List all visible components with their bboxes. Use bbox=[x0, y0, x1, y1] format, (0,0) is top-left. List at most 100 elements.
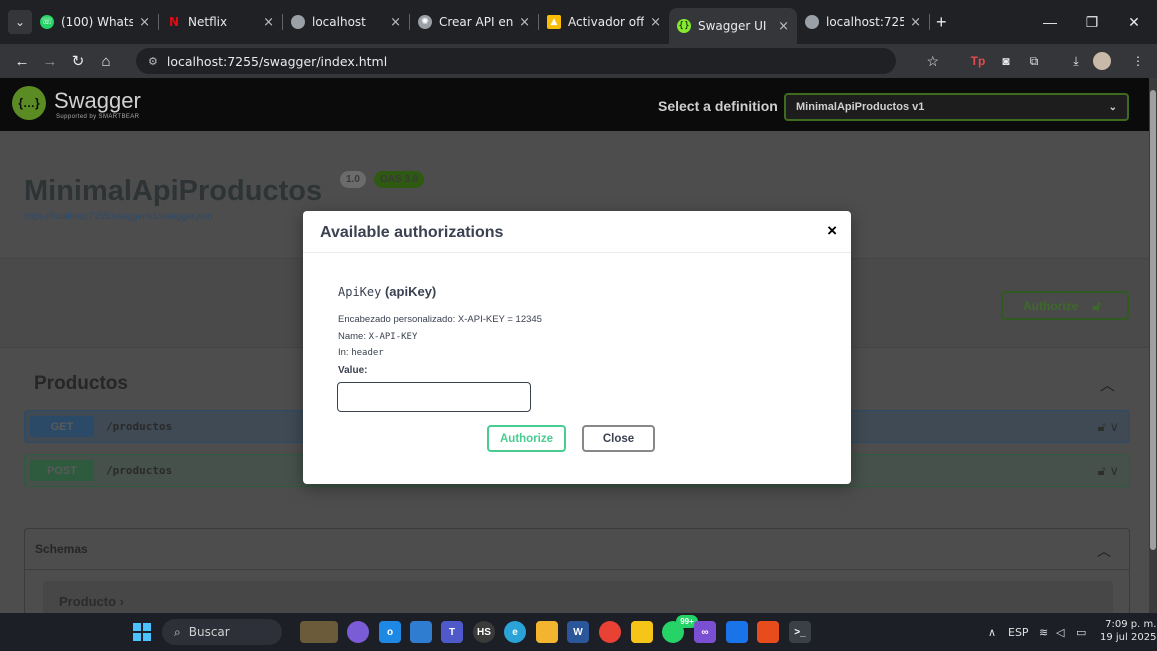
battery-icon[interactable]: ▭ bbox=[1076, 613, 1086, 651]
tab-label: Activador office bbox=[568, 15, 644, 29]
tray-chevron-icon[interactable]: ∧ bbox=[988, 613, 996, 651]
monitor-icon[interactable] bbox=[410, 621, 432, 643]
word-icon[interactable]: W bbox=[567, 621, 589, 643]
name-value: X-API-KEY bbox=[368, 332, 418, 342]
model-producto[interactable]: Producto › bbox=[43, 581, 1113, 613]
tab-swagger-ui[interactable]: {} Swagger UI × bbox=[669, 8, 797, 44]
office-icon[interactable] bbox=[757, 621, 779, 643]
file-explorer-icon[interactable] bbox=[536, 621, 558, 643]
tab-label: (100) WhatsApp bbox=[61, 15, 134, 29]
edge-icon[interactable]: e bbox=[504, 621, 526, 643]
close-tab-icon[interactable]: × bbox=[910, 15, 921, 30]
authorize-button-background[interactable]: Authorize 🔓︎ bbox=[1001, 291, 1129, 320]
chevron-up-icon[interactable]: ︿ bbox=[1097, 541, 1111, 561]
model-name: Producto bbox=[59, 594, 117, 609]
language-indicator[interactable]: ESP bbox=[1008, 613, 1029, 651]
tab-localhost-7255[interactable]: localhost:7255 × bbox=[797, 5, 929, 39]
minimize-icon[interactable]: — bbox=[1029, 0, 1071, 44]
openai-icon: ✺ bbox=[418, 15, 432, 29]
copilot-icon[interactable] bbox=[347, 621, 369, 643]
whatsapp-icon: ☏ bbox=[40, 15, 54, 29]
lock-chevron-icon[interactable]: 🔓︎ ∨ bbox=[1097, 419, 1119, 435]
section-title[interactable]: Productos bbox=[34, 373, 128, 395]
tab-localhost[interactable]: localhost × bbox=[283, 5, 409, 39]
lock-chevron-icon[interactable]: 🔓︎ ∨ bbox=[1097, 463, 1119, 479]
widgets-icon[interactable] bbox=[300, 621, 338, 643]
value-label: Value: bbox=[338, 365, 368, 376]
clock-time: 7:09 p. m. bbox=[1105, 619, 1157, 630]
clock-date: 19 jul 2025 bbox=[1100, 632, 1157, 643]
scrollbar-thumb[interactable] bbox=[1150, 90, 1156, 550]
system-clock[interactable]: 7:09 p. m. 19 jul 2025 bbox=[1100, 618, 1156, 644]
definition-select-value: MinimalApiProductos v1 bbox=[796, 101, 925, 113]
tab-netflix[interactable]: N Netflix × bbox=[159, 5, 282, 39]
tab-label: localhost:7255 bbox=[826, 15, 905, 29]
forward-icon[interactable]: → bbox=[36, 53, 64, 70]
in-value: header bbox=[351, 348, 384, 358]
profile-avatar[interactable] bbox=[1093, 52, 1111, 70]
close-tab-icon[interactable]: × bbox=[390, 15, 401, 30]
chrome-icon[interactable] bbox=[599, 621, 621, 643]
taskbar-search[interactable]: ⌕ Buscar bbox=[162, 619, 282, 645]
extensions-puzzle-icon[interactable]: ⧉ bbox=[1025, 52, 1043, 70]
tab-label: Crear API en .NE bbox=[439, 15, 514, 29]
authorize-button[interactable]: Authorize bbox=[487, 425, 566, 452]
spec-link[interactable]: https://localhost:7255/swagger/v1/swagge… bbox=[24, 211, 213, 221]
definition-select[interactable]: MinimalApiProductos v1 ⌄ bbox=[784, 93, 1129, 121]
modal-title: Available authorizations bbox=[320, 224, 504, 241]
scheme-name: ApiKey (apiKey) bbox=[338, 284, 436, 299]
sticky-notes-icon[interactable] bbox=[631, 621, 653, 643]
url-text: localhost:7255/swagger/index.html bbox=[166, 53, 388, 69]
close-window-icon[interactable]: ✕ bbox=[1113, 0, 1155, 44]
browser-menu-icon[interactable]: ⋮ bbox=[1129, 52, 1147, 70]
version-badge: 1.0 bbox=[340, 171, 366, 188]
close-tab-icon[interactable]: × bbox=[263, 15, 274, 30]
teams-icon[interactable]: T bbox=[441, 621, 463, 643]
extension-shield-icon[interactable]: ◙ bbox=[997, 52, 1015, 70]
download-icon[interactable]: ⤓ bbox=[1067, 52, 1085, 70]
model-label: Producto › bbox=[59, 594, 125, 609]
close-icon[interactable]: × bbox=[827, 221, 837, 241]
home-icon[interactable]: ⌂ bbox=[92, 53, 120, 70]
visual-studio-icon[interactable]: ∞ bbox=[694, 621, 716, 643]
close-tab-icon[interactable]: × bbox=[139, 15, 150, 30]
name-label: Name: bbox=[338, 331, 366, 342]
hs-app-icon[interactable]: HS bbox=[473, 621, 495, 643]
close-tab-icon[interactable]: × bbox=[519, 15, 530, 30]
api-key-value-input[interactable] bbox=[337, 382, 531, 412]
api-title: MinimalApiProductos bbox=[24, 175, 323, 207]
oas-badge: OAS 3.0 bbox=[374, 171, 425, 188]
new-tab-button[interactable]: + bbox=[936, 12, 947, 33]
swagger-brand-sub: Supported by SMARTBEAR bbox=[56, 114, 140, 120]
tab-crear-api[interactable]: ✺ Crear API en .NE × bbox=[410, 5, 538, 39]
outlook-icon[interactable]: o bbox=[379, 621, 401, 643]
bookmark-star-icon[interactable]: ☆ bbox=[926, 53, 939, 70]
site-info-icon[interactable]: ⚙ bbox=[148, 55, 158, 68]
url-bar[interactable]: ⚙ localhost:7255/swagger/index.html bbox=[136, 48, 896, 74]
close-tab-icon[interactable]: × bbox=[778, 19, 789, 34]
tab-activador-office[interactable]: ▲ Activador office × bbox=[539, 5, 669, 39]
terminal-icon[interactable]: >_ bbox=[789, 621, 811, 643]
swagger-icon: {} bbox=[677, 19, 691, 33]
close-tab-icon[interactable]: × bbox=[650, 15, 661, 30]
modal-header: Available authorizations × bbox=[303, 211, 851, 253]
windows-start-icon[interactable] bbox=[131, 621, 153, 643]
extension-tp-icon[interactable]: Tp bbox=[969, 52, 987, 70]
tab-whatsapp[interactable]: ☏ (100) WhatsApp × bbox=[32, 5, 158, 39]
schemas-section: Schemas ︿ Producto › bbox=[24, 528, 1130, 613]
volume-icon[interactable]: ◁ bbox=[1056, 613, 1064, 651]
tab-search-button[interactable]: ⌄ bbox=[8, 10, 32, 34]
schemas-title[interactable]: Schemas bbox=[35, 542, 88, 556]
wifi-icon[interactable]: ≋ bbox=[1039, 613, 1048, 651]
method-badge: GET bbox=[30, 416, 94, 437]
scheme-description: Encabezado personalizado: X-API-KEY = 12… bbox=[338, 314, 542, 325]
netflix-icon: N bbox=[168, 15, 180, 29]
defender-icon[interactable] bbox=[726, 621, 748, 643]
close-button[interactable]: Close bbox=[582, 425, 655, 452]
restore-icon[interactable]: ❐ bbox=[1071, 0, 1113, 44]
reload-icon[interactable]: ↻ bbox=[64, 52, 92, 70]
back-icon[interactable]: ← bbox=[8, 53, 36, 70]
chevron-up-icon[interactable]: ︿ bbox=[1100, 374, 1115, 395]
divider bbox=[25, 569, 1129, 570]
in-label: In: bbox=[338, 347, 349, 358]
